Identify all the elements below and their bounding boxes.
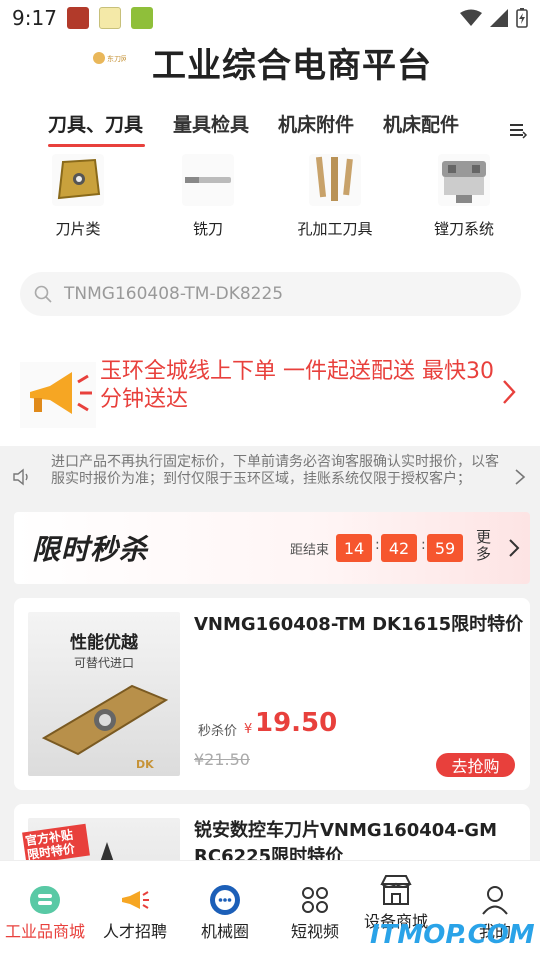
active-tab-indicator bbox=[48, 144, 145, 147]
notification-app-icon bbox=[130, 7, 153, 29]
category-section: 刀具、刀具 量具检具 机床附件 机床配件 刀片类 铣刀 孔加工刀具 镗刀系统 T… bbox=[0, 98, 540, 338]
app-header: 东刀网 工业综合电商平台 bbox=[0, 36, 540, 98]
promo-banner[interactable]: 玉环全城线上下单 一件起送配送 最快30分钟送达 bbox=[0, 338, 540, 446]
chat-icon bbox=[207, 883, 243, 917]
status-time: 9:17 bbox=[12, 6, 57, 30]
sale-price-label: 秒杀价 bbox=[198, 724, 238, 739]
tab-machine-accessories[interactable]: 机床附件 bbox=[278, 110, 354, 137]
product-image-brand: DK bbox=[136, 758, 154, 771]
watermark: ITMOP.COM bbox=[370, 920, 535, 950]
nav-item-machinery-circle[interactable]: 机械圈 bbox=[180, 883, 270, 941]
notice-bar[interactable]: 进口产品不再执行固定标价，下单前请务必咨询客服确认实时报价，以客服实时报价为准；… bbox=[0, 446, 540, 508]
subsidy-badge: 官方补贴 限时特价 bbox=[22, 823, 90, 865]
countdown-label: 距结束 bbox=[290, 543, 330, 558]
status-bar: 9:17 bbox=[0, 0, 540, 36]
megaphone-icon bbox=[117, 883, 153, 917]
category-item-inserts[interactable]: 刀片类 bbox=[23, 154, 133, 239]
countdown-separator: : bbox=[375, 537, 380, 553]
category-menu-icon[interactable] bbox=[508, 120, 528, 140]
tab-machine-parts[interactable]: 机床配件 bbox=[383, 110, 459, 137]
tab-cutting-tools[interactable]: 刀具、刀具 bbox=[48, 110, 143, 137]
category-label: 刀片类 bbox=[55, 220, 101, 238]
signal-icon bbox=[490, 9, 508, 27]
search-bar[interactable]: TNMG160408-TM-DK8225 bbox=[20, 272, 521, 316]
speaker-icon bbox=[13, 468, 28, 486]
drill-icon bbox=[309, 154, 361, 206]
nav-label: 机械圈 bbox=[200, 922, 249, 941]
search-input[interactable]: TNMG160408-TM-DK8225 bbox=[64, 284, 283, 304]
category-tabs: 刀具、刀具 量具检具 机床附件 机床配件 bbox=[0, 106, 540, 147]
currency-symbol: ¥ bbox=[244, 722, 253, 737]
product-image: 性能优越 可替代进口 DK bbox=[28, 612, 180, 776]
promo-text: 玉环全城线上下单 一件起送配送 最快30分钟送达 bbox=[100, 359, 494, 412]
wifi-icon bbox=[460, 9, 482, 26]
chevron-right-icon bbox=[503, 380, 516, 404]
category-item-boring-system[interactable]: 镗刀系统 bbox=[409, 154, 519, 239]
store-icon bbox=[378, 873, 414, 907]
insert-icon bbox=[52, 154, 104, 206]
flash-sale-title: 限时秒杀 bbox=[32, 533, 149, 566]
countdown-separator: : bbox=[421, 537, 426, 553]
product-card[interactable]: 性能优越 可替代进口 DK VNMG160408-TM DK1615限时特价 秒… bbox=[14, 598, 530, 790]
milling-cutter-icon bbox=[182, 154, 234, 206]
notification-app-icon bbox=[98, 7, 121, 29]
brand-logo: 东刀网 bbox=[93, 52, 126, 64]
countdown-hours: 14 bbox=[336, 534, 372, 562]
tab-measuring-tools[interactable]: 量具检具 bbox=[173, 110, 249, 137]
countdown-seconds: 59 bbox=[427, 534, 463, 562]
sale-price: 19.50 bbox=[255, 708, 338, 738]
svg-text:东刀网: 东刀网 bbox=[107, 54, 126, 63]
category-item-milling-cutters[interactable]: 铣刀 bbox=[153, 154, 263, 239]
category-label: 铣刀 bbox=[192, 220, 223, 238]
more-link[interactable]: 更多 bbox=[476, 529, 496, 563]
grid-icon bbox=[297, 883, 333, 917]
product-name: VNMG160408-TM DK1615限时特价 bbox=[194, 614, 524, 635]
battery-icon bbox=[516, 8, 528, 28]
category-item-hole-tools[interactable]: 孔加工刀具 bbox=[280, 154, 390, 239]
nav-item-jobs[interactable]: 人才招聘 bbox=[90, 883, 180, 941]
chevron-right-icon[interactable] bbox=[508, 538, 520, 558]
page-title: 工业综合电商平台 bbox=[152, 46, 432, 86]
megaphone-icon bbox=[20, 362, 96, 428]
nav-item-mall[interactable]: 工业品商城 bbox=[0, 883, 90, 941]
boring-system-icon bbox=[438, 154, 490, 206]
insert-product-illustration bbox=[41, 684, 169, 756]
product-image-subtitle: 可替代进口 bbox=[73, 656, 134, 670]
product-image-title: 性能优越 bbox=[70, 633, 138, 653]
notification-app-icon bbox=[66, 7, 89, 29]
nav-label: 人才招聘 bbox=[102, 922, 167, 941]
countdown-minutes: 42 bbox=[381, 534, 417, 562]
nav-item-short-video[interactable]: 短视频 bbox=[270, 883, 360, 941]
buy-now-button[interactable]: 去抢购 bbox=[436, 753, 515, 777]
notice-text: 进口产品不再执行固定标价，下单前请务必咨询客服确认实时报价，以客服实时报价为准；… bbox=[51, 454, 499, 487]
chevron-right-icon bbox=[515, 469, 526, 485]
original-price: ¥21.50 bbox=[194, 750, 250, 769]
nav-label: 短视频 bbox=[290, 922, 339, 941]
category-label: 镗刀系统 bbox=[433, 220, 494, 238]
flash-sale-header: 限时秒杀 距结束 14 : 42 : 59 更多 bbox=[14, 512, 530, 584]
category-label: 孔加工刀具 bbox=[297, 220, 373, 238]
search-icon bbox=[34, 285, 52, 303]
user-icon bbox=[477, 883, 513, 917]
category-grid: 刀片类 铣刀 孔加工刀具 镗刀系统 bbox=[0, 154, 540, 244]
nav-label: 工业品商城 bbox=[4, 922, 85, 941]
mall-icon bbox=[27, 883, 63, 917]
